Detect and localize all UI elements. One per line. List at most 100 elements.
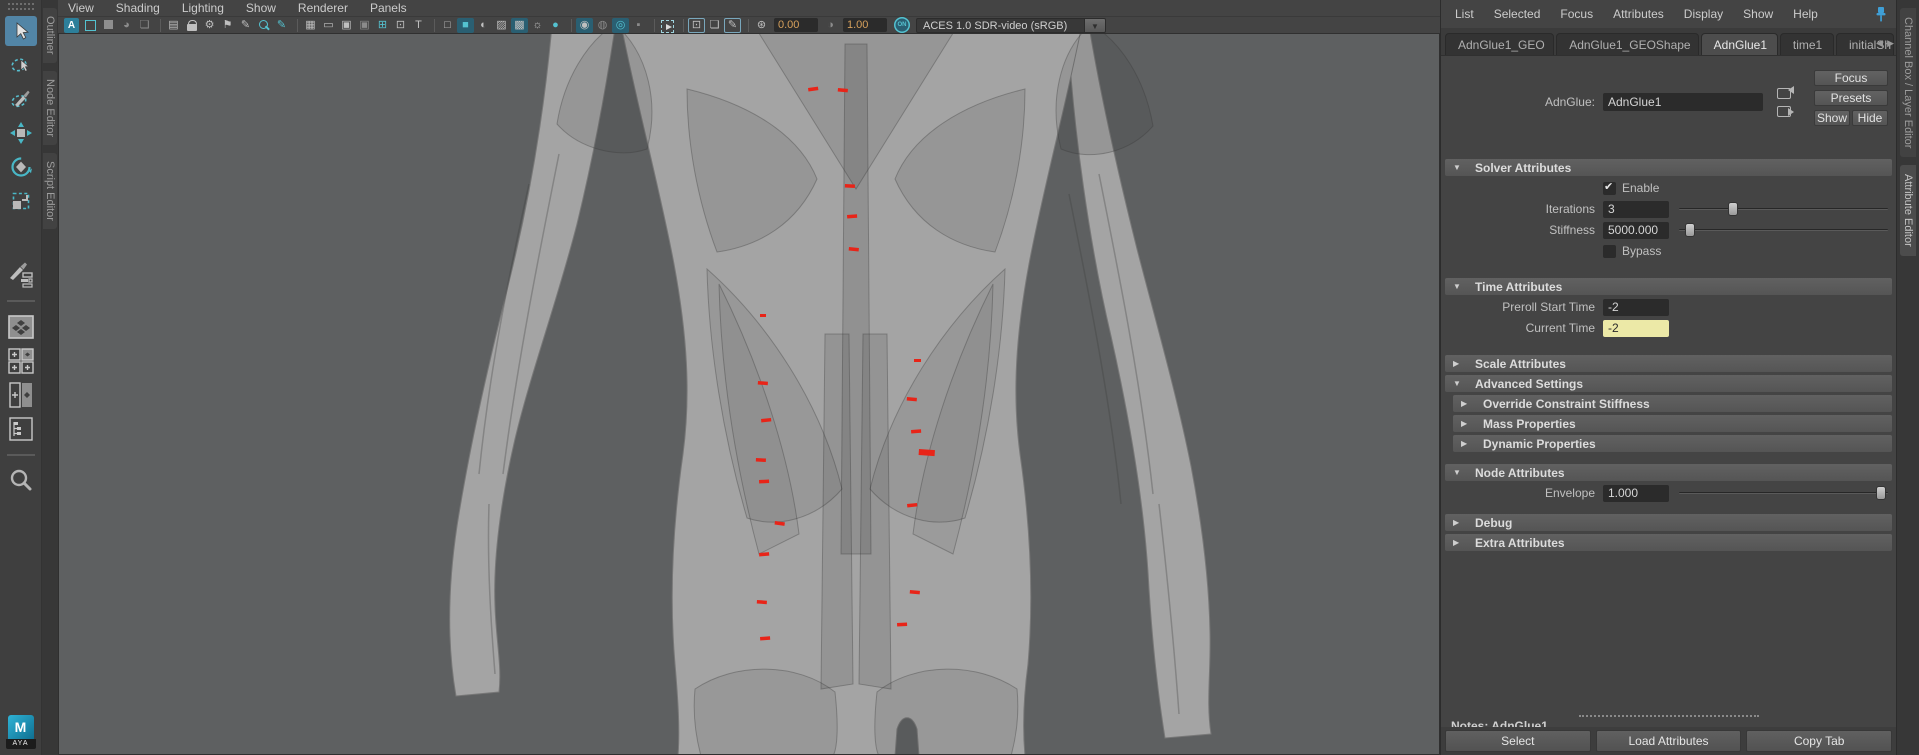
preroll-start-time-input[interactable]: -2 [1603, 299, 1669, 316]
zoom-tool[interactable] [5, 466, 37, 496]
section-header-override-constraint-stiffness[interactable]: ▶ Override Constraint Stiffness [1453, 395, 1892, 412]
section-header-debug[interactable]: ▶ Debug [1445, 514, 1892, 531]
stiffness-input[interactable]: 5000.000 [1603, 222, 1669, 239]
tab-attribute-editor[interactable]: Attribute Editor [1900, 165, 1916, 256]
isolate-select-icon[interactable] [659, 18, 676, 33]
depth-of-field-icon[interactable]: ▪ [630, 18, 647, 33]
lighting-pie-icon[interactable]: ◕ [118, 18, 135, 33]
menu-help[interactable]: Help [1793, 7, 1818, 21]
field-chart-icon[interactable]: ⊞ [374, 18, 391, 33]
toolbox-grip[interactable] [8, 3, 34, 10]
enable-checkbox[interactable]: ✔ [1603, 182, 1616, 195]
textured-sphere-icon[interactable]: ◐ [475, 18, 492, 33]
colorspace-dropdown[interactable]: ACES 1.0 SDR-video (sRGB) ▼ [916, 18, 1106, 33]
gamma-field[interactable]: 1.00 [843, 18, 887, 32]
section-header-dynamic-properties[interactable]: ▶ Dynamic Properties [1453, 435, 1892, 452]
stiffness-slider[interactable] [1679, 222, 1888, 238]
contrast-icon[interactable]: ◑ [822, 18, 839, 33]
envelope-input[interactable]: 1.000 [1603, 485, 1669, 502]
section-header-scale-attributes[interactable]: ▶ Scale Attributes [1445, 355, 1892, 372]
menu-panels[interactable]: Panels [370, 1, 407, 15]
resize-grip[interactable] [1579, 715, 1759, 717]
section-header-mass-properties[interactable]: ▶ Mass Properties [1453, 415, 1892, 432]
section-header-extra-attributes[interactable]: ▶ Extra Attributes [1445, 534, 1892, 551]
book-a-icon[interactable]: A [64, 18, 79, 33]
use-lights-icon[interactable]: ☼ [529, 18, 546, 33]
section-header-time-attributes[interactable]: ▼ Time Attributes [1445, 278, 1892, 295]
current-time-input[interactable]: -2 [1603, 320, 1669, 337]
node-name-field[interactable]: AdnGlue1 [1603, 93, 1763, 111]
shaded-cube-icon[interactable]: ■ [457, 18, 474, 33]
menu-focus[interactable]: Focus [1560, 7, 1593, 21]
tab-script-editor[interactable]: Script Editor [43, 153, 57, 229]
tabs-scroll-right-icon[interactable]: ▶ [1887, 38, 1894, 49]
frame-selection-icon[interactable] [100, 18, 117, 33]
tab-node-editor[interactable]: Node Editor [43, 71, 57, 145]
tab-outliner[interactable]: Outliner [43, 8, 57, 63]
rotate-tool[interactable] [5, 152, 37, 182]
shadows-icon[interactable]: ◉ [576, 18, 593, 33]
camera-lock-icon[interactable] [183, 18, 200, 33]
paint-select-tool[interactable] [5, 84, 37, 114]
menu-selected[interactable]: Selected [1494, 7, 1541, 21]
menu-attributes[interactable]: Attributes [1613, 7, 1664, 21]
menu-show-ae[interactable]: Show [1743, 7, 1773, 21]
section-header-advanced-settings[interactable]: ▼ Advanced Settings [1445, 375, 1892, 392]
grid-icon[interactable]: ▦ [302, 18, 319, 33]
wireframe-cube-icon[interactable]: □ [439, 18, 456, 33]
menu-shading[interactable]: Shading [116, 1, 160, 15]
pan-zoom-icon[interactable] [255, 18, 272, 33]
camera-select-icon[interactable]: ▤ [165, 18, 182, 33]
safe-title-icon[interactable]: T [410, 18, 427, 33]
color-management-on-badge[interactable]: ON [894, 17, 910, 33]
iterations-input[interactable]: 3 [1603, 201, 1669, 218]
display-mode-c-icon[interactable]: ✎ [724, 18, 741, 33]
menu-show[interactable]: Show [246, 1, 276, 15]
image-plane-icon[interactable]: ✎ [237, 18, 254, 33]
select-button[interactable]: Select [1445, 730, 1591, 752]
envelope-slider[interactable] [1679, 485, 1888, 501]
copy-tab-button[interactable]: Copy Tab [1746, 730, 1892, 752]
tab-time1[interactable]: time1 [1780, 33, 1834, 55]
hide-button[interactable]: Hide [1852, 110, 1888, 126]
gate-mask-icon[interactable]: ▣ [356, 18, 373, 33]
pin-icon[interactable] [1874, 6, 1888, 22]
motion-blur-icon[interactable]: ◍ [594, 18, 611, 33]
output-node-icon[interactable] [1777, 104, 1794, 117]
viewport-canvas[interactable] [58, 34, 1440, 755]
tab-adnglue1[interactable]: AdnGlue1 [1701, 33, 1778, 55]
select-tool[interactable] [5, 16, 37, 46]
frame-all-icon[interactable] [82, 18, 99, 33]
scale-tool[interactable] [5, 186, 37, 216]
display-mode-a-icon[interactable]: ⊡ [688, 18, 705, 33]
textured-cube-icon[interactable]: ▨ [493, 18, 510, 33]
show-button[interactable]: Show [1814, 110, 1850, 126]
tabs-scroll-left-icon[interactable]: ◀ [1876, 38, 1883, 49]
bypass-checkbox[interactable] [1603, 245, 1616, 258]
menu-display[interactable]: Display [1684, 7, 1723, 21]
sculpt-tool[interactable] [5, 260, 37, 290]
section-header-solver-attributes[interactable]: ▼ Solver Attributes [1445, 159, 1892, 176]
camera-attributes-icon[interactable]: ⚙ [201, 18, 218, 33]
exposure-field[interactable]: 0.00 [774, 18, 818, 32]
checker-icon[interactable]: ▩ [511, 18, 528, 33]
swap-node-icon[interactable] [1777, 86, 1794, 99]
menu-view[interactable]: View [68, 1, 94, 15]
menu-renderer[interactable]: Renderer [298, 1, 348, 15]
default-material-icon[interactable]: ● [547, 18, 564, 33]
layout-outliner-persp[interactable] [5, 414, 37, 444]
move-tool[interactable] [5, 118, 37, 148]
resolution-gate-icon[interactable]: ▣ [338, 18, 355, 33]
ambient-occlusion-icon[interactable]: ◎ [612, 18, 629, 33]
iterations-slider[interactable] [1679, 201, 1888, 217]
layout-single-pane[interactable] [5, 312, 37, 342]
tab-adnglue1-geoshape[interactable]: AdnGlue1_GEOShape [1556, 33, 1698, 55]
tab-channel-box-layer-editor[interactable]: Channel Box / Layer Editor [1900, 8, 1916, 157]
lasso-select-tool[interactable] [5, 50, 37, 80]
presets-button[interactable]: Presets [1814, 90, 1888, 106]
section-header-node-attributes[interactable]: ▼ Node Attributes [1445, 464, 1892, 481]
bookmark-icon[interactable]: ⚑ [219, 18, 236, 33]
focus-button[interactable]: Focus [1814, 70, 1888, 86]
layout-two-pane[interactable] [5, 380, 37, 410]
pencil-tool-icon[interactable]: ✎ [273, 18, 290, 33]
